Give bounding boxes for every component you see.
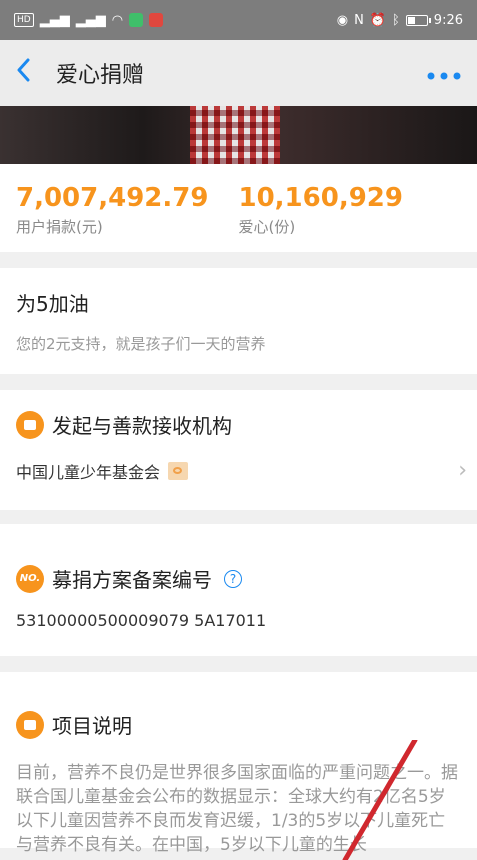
help-icon[interactable]: ? [224, 569, 242, 588]
chevron-right-icon[interactable]: › [458, 458, 467, 483]
battery-level [407, 16, 416, 24]
wifi-icon: ◠ [111, 12, 124, 28]
hearts-stat: 10,160,929 爱心(份) [239, 182, 462, 252]
hero-image-detail [190, 106, 280, 164]
signal-icon: ▂▄▆ [39, 12, 70, 28]
app-notification-icon [129, 13, 144, 27]
number-icon: NO. [16, 564, 44, 593]
chevron-left-icon [17, 58, 30, 81]
cheer-section[interactable]: 为5加油 您的2元支持，就是孩子们一天的营养 [0, 268, 477, 374]
description-header: 项目说明 [16, 710, 461, 739]
eye-icon: ◉ [336, 12, 349, 28]
description-title: 项目说明 [52, 714, 132, 738]
organization-header: 发起与善款接收机构 [16, 410, 461, 439]
hearts-label: 爱心(份) [238, 218, 296, 236]
donation-amount-label: 用户捐款(元) [16, 218, 103, 236]
cheer-title: 为5加油 [16, 292, 89, 316]
status-bar: HD ▂▄▆ ▂▄▆ ◠ ◉ N ⏰ ᛒ 9:26 [0, 0, 477, 40]
document-icon [16, 710, 44, 739]
registration-section: NO. 募捐方案备案编号 ? 53100000500009079 5A17011 [0, 524, 477, 656]
organization-name: 中国儿童少年基金会 [16, 463, 161, 482]
alarm-icon: ⏰ [369, 12, 386, 28]
organization-section[interactable]: 发起与善款接收机构 中国儿童少年基金会 › [0, 390, 477, 510]
cheer-subtitle: 您的2元支持，就是孩子们一天的营养 [16, 335, 266, 353]
donation-stats: 7,007,492.79 用户捐款(元) 10,160,929 爱心(份) [0, 164, 477, 252]
status-bar-left: HD ▂▄▆ ▂▄▆ ◠ [14, 12, 164, 28]
signal-icon: ▂▄▆ [75, 12, 106, 28]
registration-title: 募捐方案备案编号 [52, 568, 212, 592]
organization-row[interactable]: 中国儿童少年基金会 [16, 459, 461, 483]
battery-icon [405, 14, 431, 26]
bluetooth-icon: ᛒ [391, 12, 400, 28]
app-notification-icon [149, 13, 164, 27]
status-bar-right: ◉ N ⏰ ᛒ 9:26 [337, 13, 463, 28]
back-button[interactable] [16, 58, 46, 89]
nfc-icon: N [354, 12, 364, 28]
hd-indicator: HD [14, 13, 34, 27]
description-section: 项目说明 目前，营养不良仍是世界很多国家面临的严重问题之一。据联合国儿童基金会公… [0, 672, 477, 855]
registration-number: 53100000500009079 5A17011 [16, 611, 267, 630]
hearts-count: 10,160,929 [238, 183, 403, 213]
more-button[interactable] [427, 67, 461, 80]
donation-amount: 7,007,492.79 [16, 183, 209, 213]
nav-bar: 爱心捐赠 [0, 40, 477, 106]
message-icon [16, 410, 44, 439]
description-text: 目前，营养不良仍是世界很多国家面临的严重问题之一。据联合国儿童基金会公布的数据显… [16, 763, 458, 855]
hero-image [0, 106, 477, 164]
organization-title: 发起与善款接收机构 [52, 414, 232, 438]
registration-header: NO. 募捐方案备案编号 ? [16, 564, 461, 593]
clock: 9:26 [433, 12, 463, 28]
donation-amount-stat: 7,007,492.79 用户捐款(元) [16, 182, 239, 252]
verified-icon [168, 462, 189, 480]
page-title: 爱心捐赠 [56, 63, 145, 88]
more-dots-icon [427, 72, 461, 79]
